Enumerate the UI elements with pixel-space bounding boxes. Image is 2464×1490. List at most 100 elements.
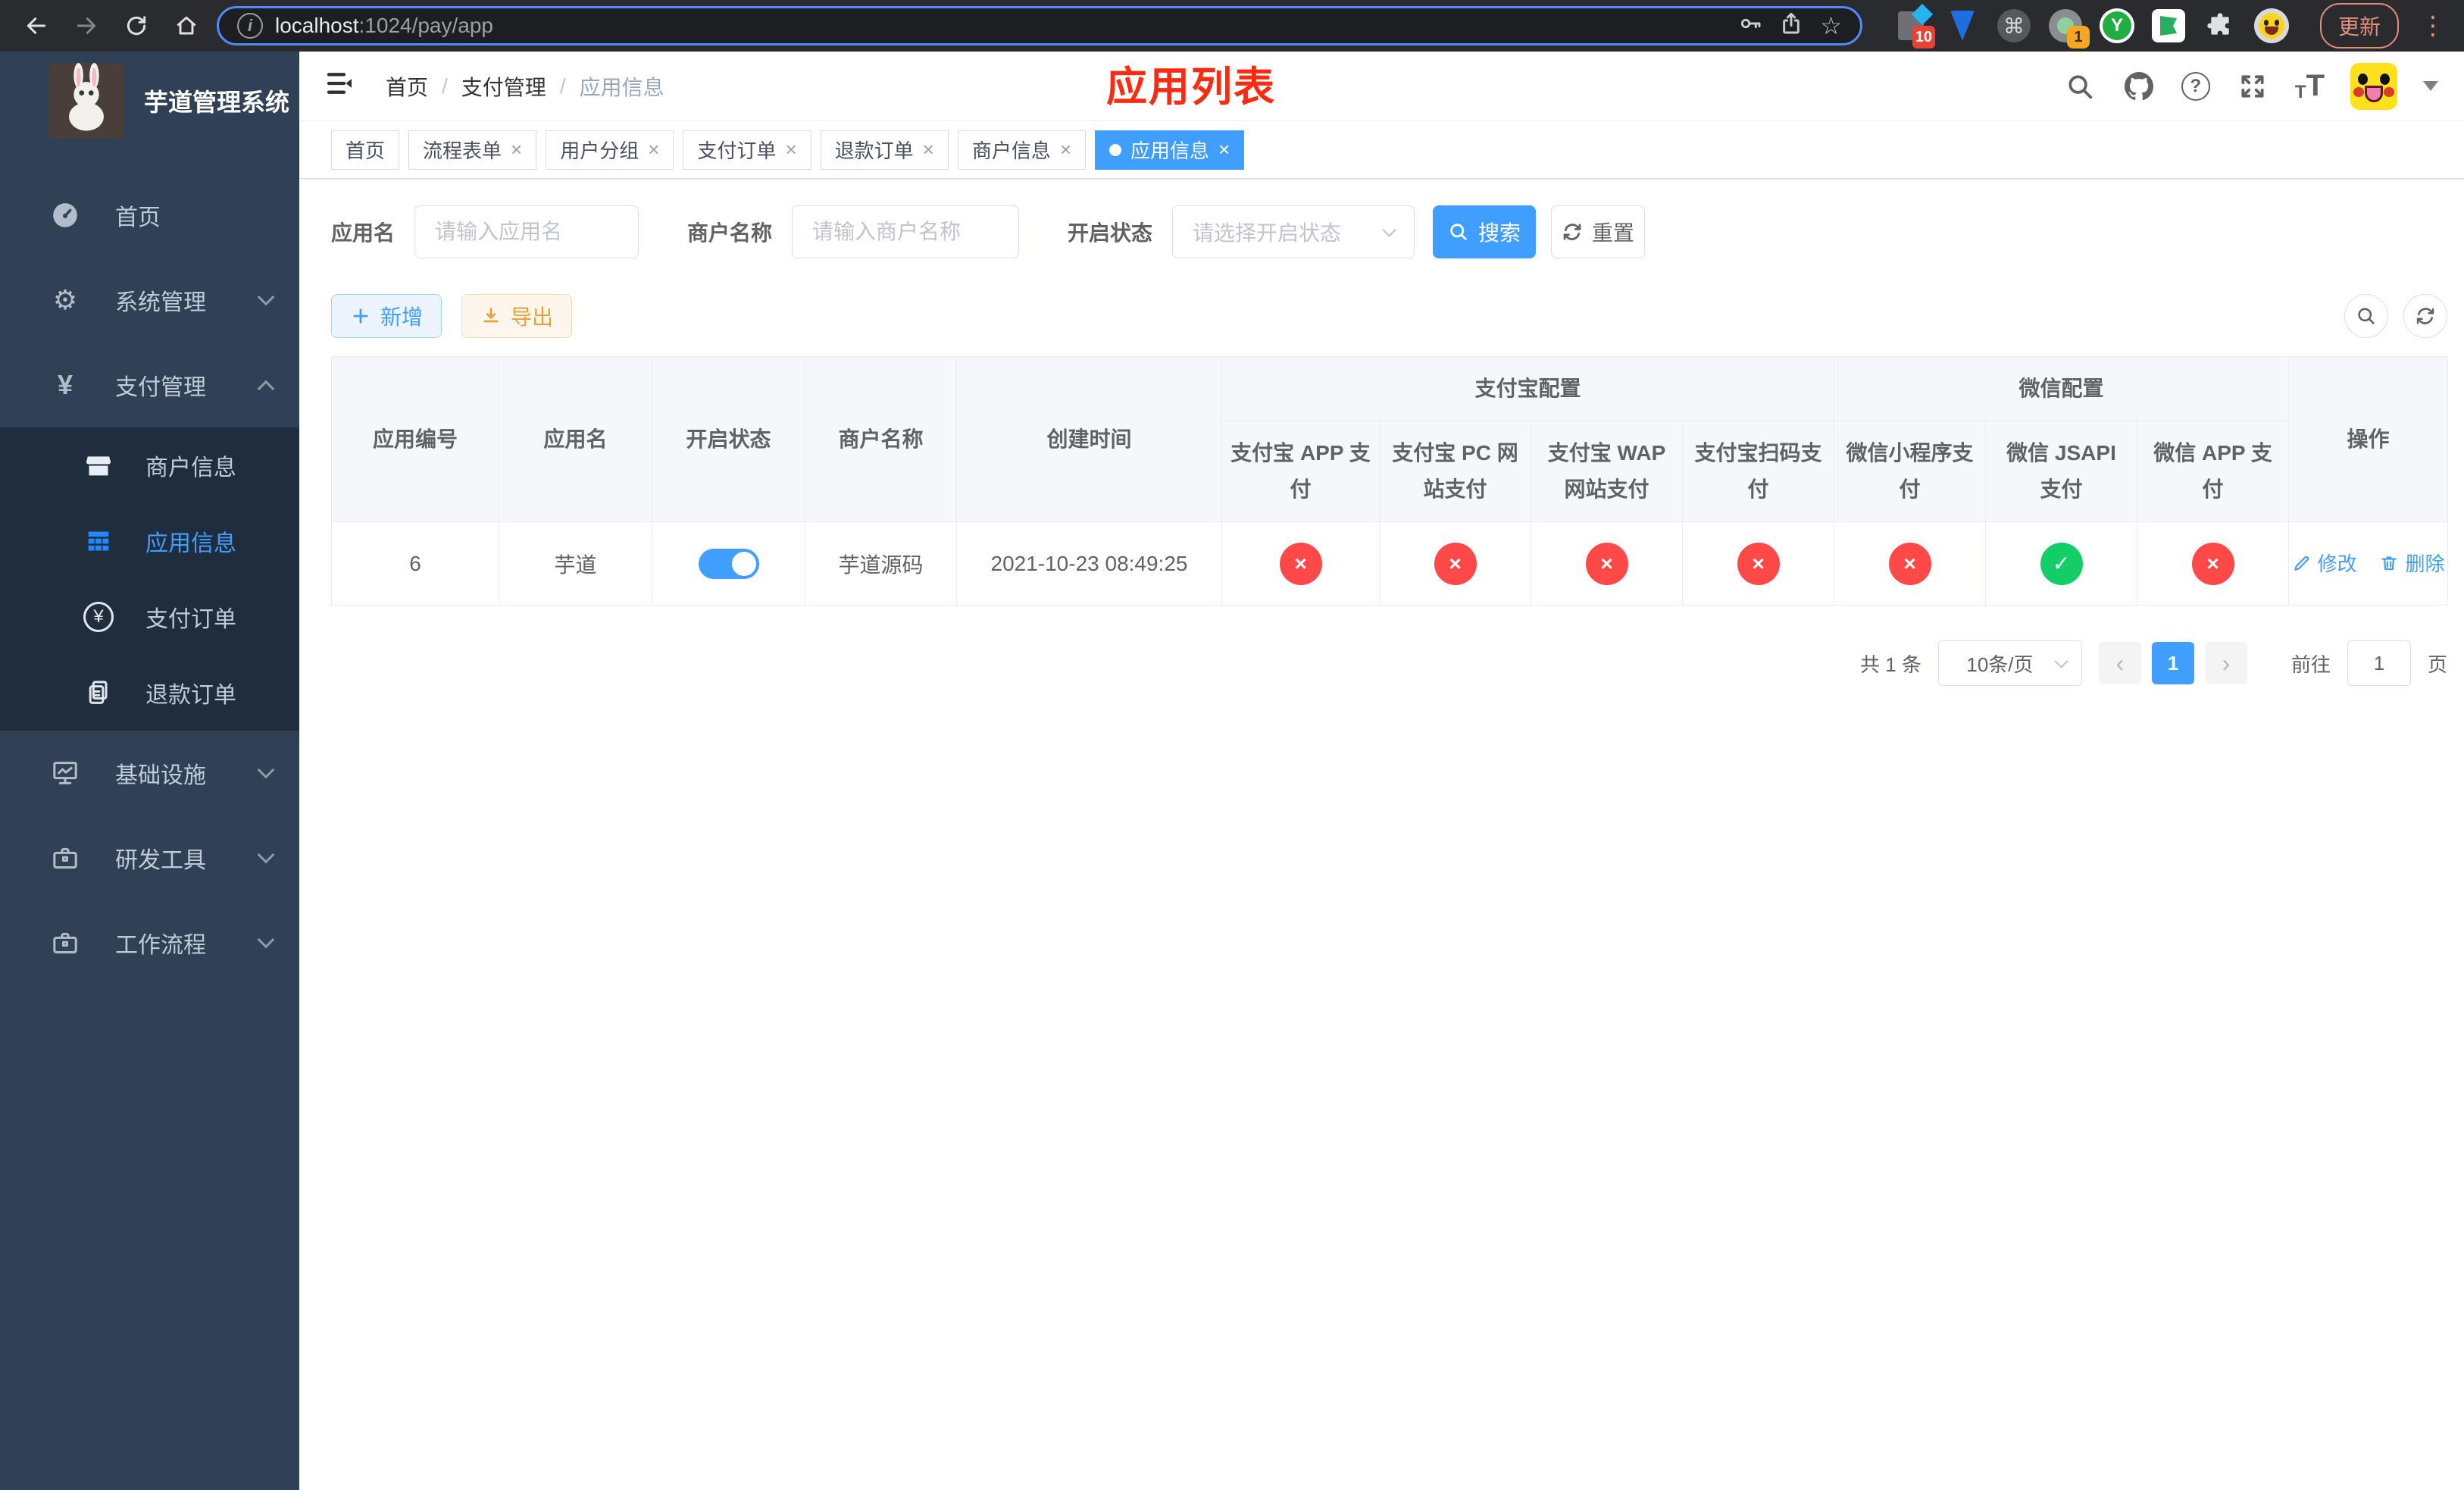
app-logo-row[interactable]: 芋道管理系统 bbox=[0, 61, 299, 141]
extension-badge-orange: 1 bbox=[2066, 26, 2090, 49]
payment-submenu: 商户信息 应用信息 ¥ 支付订单 退款订单 bbox=[0, 427, 299, 731]
extensions-area: 10 ⌘ 1 Y bbox=[1893, 3, 2290, 49]
extensions-puzzle-icon[interactable] bbox=[2202, 8, 2238, 44]
briefcase-icon bbox=[48, 928, 82, 958]
refresh-button[interactable] bbox=[2403, 294, 2447, 338]
cell-app-id: 6 bbox=[331, 521, 499, 606]
close-icon[interactable]: × bbox=[785, 138, 796, 161]
grid-icon bbox=[82, 526, 115, 556]
close-icon[interactable]: × bbox=[648, 138, 659, 161]
total-count: 共 1 条 bbox=[1860, 653, 1921, 676]
browser-home-icon[interactable] bbox=[167, 6, 206, 45]
sidebar-item-home[interactable]: 首页 bbox=[0, 173, 299, 258]
merchant-name-label: 商户名称 bbox=[687, 221, 773, 245]
extension-doc-icon[interactable] bbox=[2150, 8, 2187, 44]
tab-home[interactable]: 首页 bbox=[331, 130, 400, 170]
sidebar-item-infra[interactable]: 基础设施 bbox=[0, 731, 299, 815]
add-button[interactable]: 新增 bbox=[331, 294, 442, 338]
goto-unit: 页 bbox=[2427, 653, 2447, 676]
page-size-select[interactable]: 10条/页 bbox=[1937, 640, 2082, 686]
app-header: 首页 / 支付管理 / 应用信息 应用列表 ? TT bbox=[299, 52, 2464, 121]
close-icon[interactable]: × bbox=[1060, 138, 1071, 161]
bookmark-star-icon[interactable]: ☆ bbox=[1820, 11, 1842, 40]
browser-back-icon[interactable] bbox=[17, 6, 56, 45]
sidebar-item-merchant-info[interactable]: 商户信息 bbox=[0, 427, 299, 503]
page-number-1[interactable]: 1 bbox=[2151, 642, 2194, 684]
hamburger-icon[interactable] bbox=[325, 68, 355, 104]
col-header-alipay-qr: 支付宝扫码支付 bbox=[1681, 420, 1835, 522]
browser-menu-icon[interactable]: ⋮ bbox=[2420, 11, 2447, 41]
extension-proxy-icon[interactable]: 1 bbox=[2047, 8, 2090, 49]
sidebar-item-workflow[interactable]: 工作流程 bbox=[0, 900, 299, 985]
delete-link[interactable]: 删除 bbox=[2379, 549, 2444, 577]
tab-user-group[interactable]: 用户分组 × bbox=[546, 130, 674, 170]
search-button[interactable]: 搜索 bbox=[1433, 205, 1537, 258]
password-key-icon[interactable] bbox=[1738, 11, 1762, 41]
tab-merchant-info[interactable]: 商户信息 × bbox=[957, 130, 1087, 170]
extension-stack-icon[interactable]: 10 bbox=[1893, 3, 1935, 49]
tab-pay-orders[interactable]: 支付订单 × bbox=[683, 130, 811, 170]
export-button[interactable]: 导出 bbox=[461, 294, 573, 338]
profile-avatar-icon[interactable] bbox=[2253, 8, 2290, 44]
header-search-icon[interactable] bbox=[2063, 70, 2097, 103]
close-icon[interactable]: × bbox=[1218, 138, 1230, 161]
browser-toolbar: i localhost:1024/pay/app ☆ 10 ⌘ 1 Y 更新 ⋮ bbox=[0, 0, 2464, 52]
sidebar-item-refund-orders[interactable]: 退款订单 bbox=[0, 655, 299, 731]
yen-circle-icon: ¥ bbox=[82, 602, 115, 632]
enable-status-select[interactable]: 请选择开启状态 bbox=[1172, 205, 1415, 258]
chevron-down-icon bbox=[257, 288, 275, 306]
tab-refund-orders[interactable]: 退款订单 × bbox=[820, 130, 949, 170]
enable-status-label: 开启状态 bbox=[1068, 221, 1153, 245]
col-header-status: 开启状态 bbox=[652, 356, 805, 522]
pagination: 共 1 条 10条/页 ‹ 1 › 前往 页 bbox=[331, 640, 2447, 686]
store-icon bbox=[82, 450, 115, 480]
extension-command-icon[interactable]: ⌘ bbox=[1996, 8, 2032, 44]
extension-y-icon[interactable]: Y bbox=[2099, 8, 2135, 44]
chrome-update-button[interactable]: 更新 bbox=[2319, 3, 2399, 49]
address-bar[interactable]: i localhost:1024/pay/app ☆ bbox=[217, 6, 1862, 45]
prev-page-button[interactable]: ‹ bbox=[2098, 642, 2141, 684]
payment-status-icon: × bbox=[1434, 542, 1477, 585]
url-text[interactable]: localhost:1024/pay/app bbox=[275, 14, 1726, 38]
chevron-down-icon bbox=[257, 761, 275, 779]
sidebar-item-payment[interactable]: ¥ 支付管理 bbox=[0, 343, 299, 427]
breadcrumb-payment[interactable]: 支付管理 bbox=[461, 71, 546, 102]
sidebar-item-system[interactable]: ⚙ 系统管理 bbox=[0, 258, 299, 343]
payment-status-icon: × bbox=[1737, 542, 1780, 585]
share-icon[interactable] bbox=[1779, 11, 1803, 41]
cell-created: 2021-10-23 08:49:25 bbox=[956, 521, 1222, 606]
next-page-button[interactable]: › bbox=[2204, 642, 2247, 684]
tab-process-form[interactable]: 流程表单 × bbox=[408, 130, 537, 170]
browser-reload-icon[interactable] bbox=[117, 6, 156, 45]
goto-page-input[interactable] bbox=[2347, 640, 2411, 686]
close-icon[interactable]: × bbox=[511, 138, 522, 161]
user-avatar[interactable] bbox=[2350, 62, 2397, 110]
browser-forward-icon[interactable] bbox=[67, 6, 106, 45]
font-size-icon[interactable]: TT bbox=[2295, 69, 2325, 103]
avatar-caret-icon[interactable] bbox=[2423, 81, 2438, 91]
breadcrumb-home[interactable]: 首页 bbox=[386, 71, 428, 102]
toggle-search-button[interactable] bbox=[2344, 294, 2388, 338]
sidebar-item-app-info[interactable]: 应用信息 bbox=[0, 503, 299, 579]
sidebar-item-devtools[interactable]: 研发工具 bbox=[0, 815, 299, 900]
tab-app-info[interactable]: 应用信息 × bbox=[1095, 130, 1245, 170]
payment-status-icon: × bbox=[2191, 542, 2234, 585]
col-header-wx-app: 微信 APP 支付 bbox=[2137, 420, 2290, 522]
status-toggle[interactable] bbox=[698, 548, 759, 579]
reset-button[interactable]: 重置 bbox=[1551, 205, 1646, 258]
site-info-icon[interactable]: i bbox=[237, 13, 263, 39]
close-icon[interactable]: × bbox=[923, 138, 934, 161]
app-title: 芋道管理系统 bbox=[144, 89, 290, 116]
help-icon[interactable]: ? bbox=[2181, 71, 2210, 101]
fullscreen-icon[interactable] bbox=[2236, 70, 2269, 103]
search-form: 应用名 商户名称 开启状态 请选择开启状态 搜索 重置 bbox=[331, 205, 2447, 259]
edit-link[interactable]: 修改 bbox=[2292, 549, 2357, 577]
sidebar: 芋道管理系统 首页 ⚙ 系统管理 ¥ 支付管理 商户信息 应用信息 ¥ 支付订单… bbox=[0, 52, 299, 1490]
github-icon[interactable] bbox=[2122, 70, 2156, 103]
sidebar-item-pay-orders[interactable]: ¥ 支付订单 bbox=[0, 579, 299, 655]
app-name-input[interactable] bbox=[414, 205, 639, 258]
extension-kite-icon[interactable] bbox=[1944, 8, 1981, 44]
payment-status-icon: × bbox=[1279, 542, 1322, 585]
merchant-name-input[interactable] bbox=[792, 205, 1020, 258]
active-dot bbox=[1109, 143, 1122, 156]
